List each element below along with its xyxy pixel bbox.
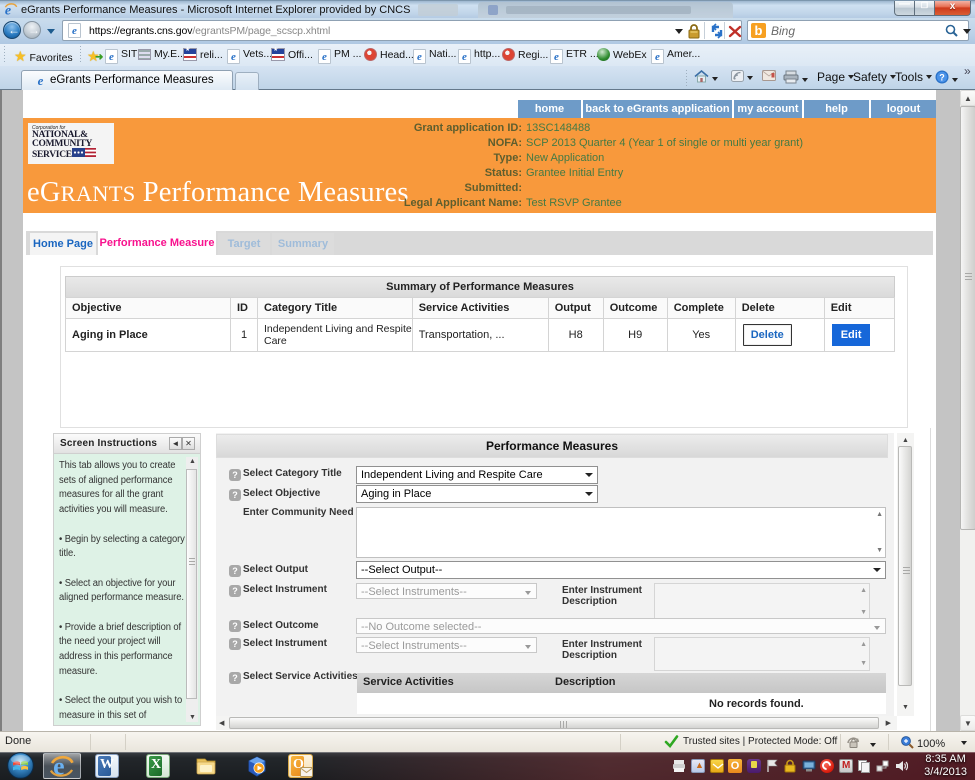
svg-text:?: ? <box>939 73 945 83</box>
